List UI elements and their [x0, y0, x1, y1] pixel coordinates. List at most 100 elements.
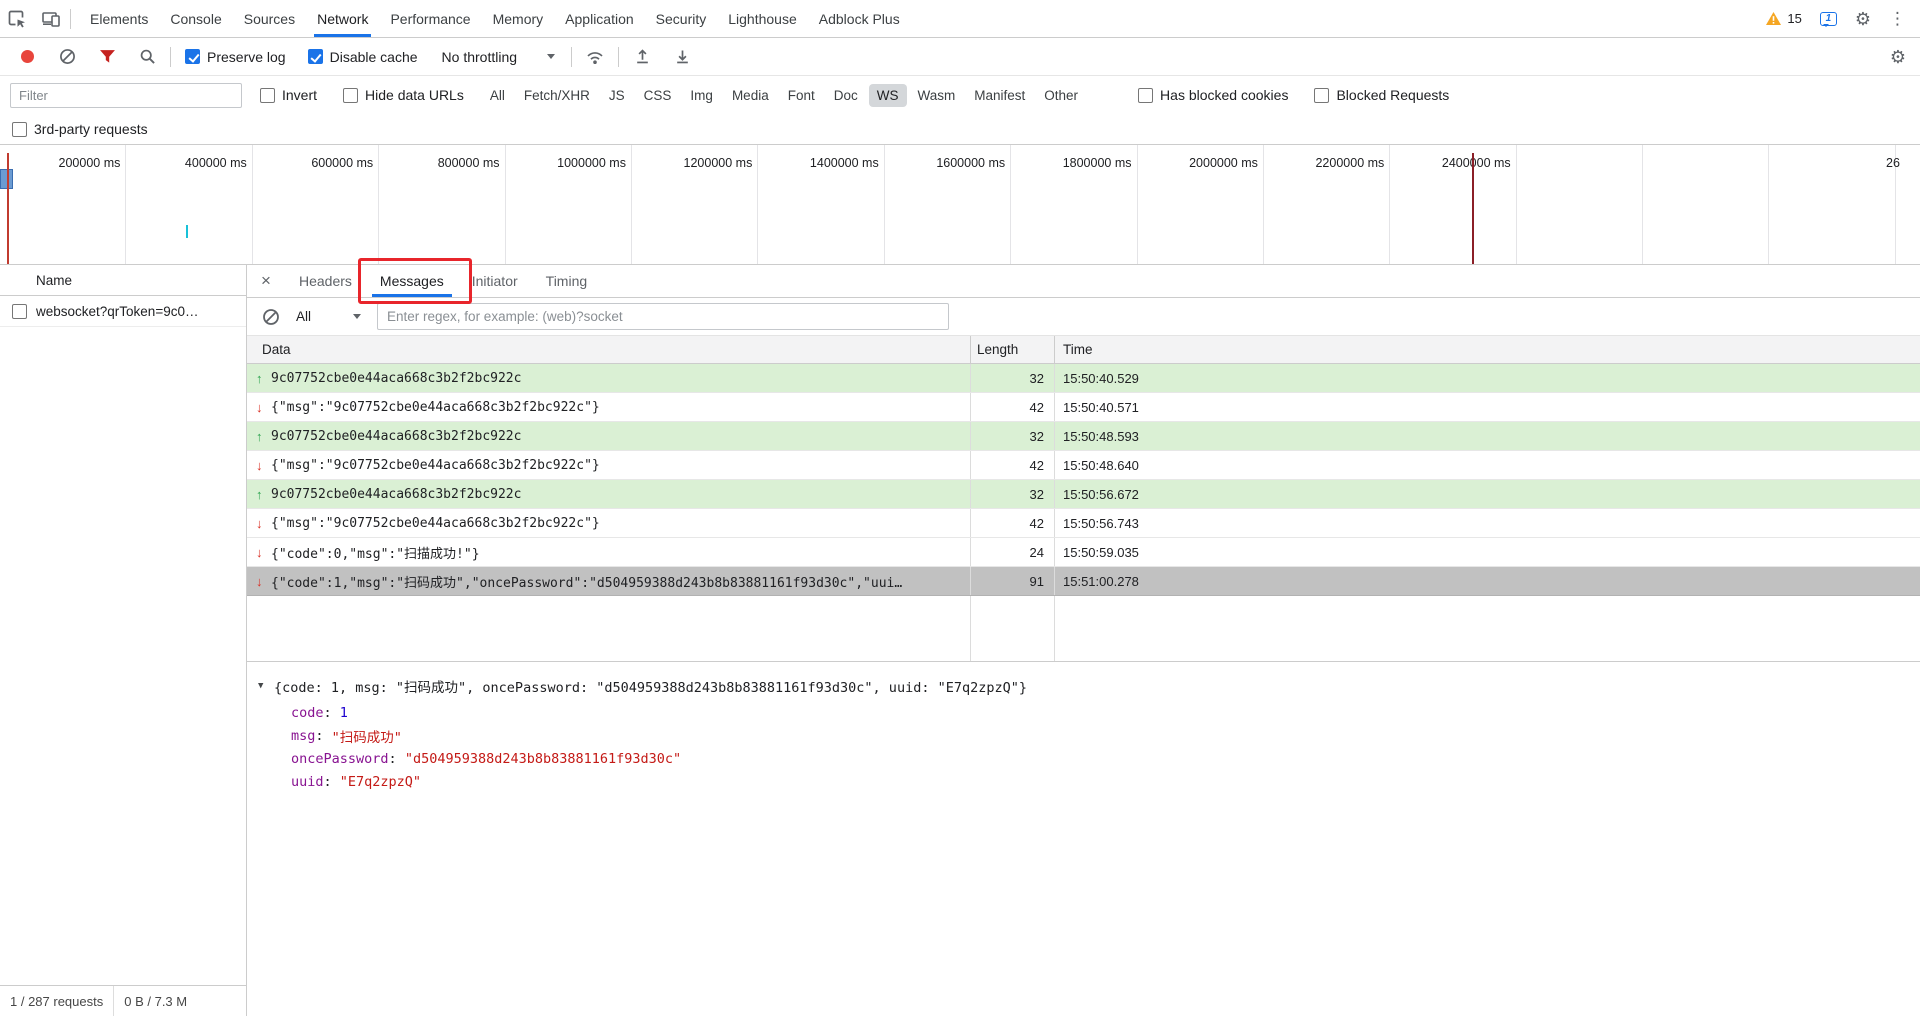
- hide-data-urls-checkbox[interactable]: [343, 87, 359, 103]
- main-tab-security[interactable]: Security: [645, 0, 718, 37]
- message-row[interactable]: ↑ 9c07752cbe0e44aca668c3b2f2bc922c 32 15:50…: [247, 422, 1920, 451]
- preserve-log-checkbox[interactable]: [185, 49, 200, 64]
- message-data-cell: ↓ {"code":0,"msg":"扫描成功!"}: [247, 538, 970, 566]
- filter-type-all[interactable]: All: [482, 84, 513, 107]
- message-row[interactable]: ↓ {"msg":"9c07752cbe0e44aca668c3b2f2bc922…: [247, 509, 1920, 538]
- tree-root-toggle[interactable]: ▼ {code: 1, msg: "扫码成功", oncePassword: "…: [258, 676, 1920, 696]
- message-row[interactable]: ↑ 9c07752cbe0e44aca668c3b2f2bc922c 32 15:50…: [247, 364, 1920, 393]
- tree-entry-msg[interactable]: msg: "扫码成功": [291, 724, 1920, 747]
- requests-count: 1 / 287 requests: [10, 993, 104, 1009]
- request-list: websocket?qrToken=9c0…: [0, 296, 246, 327]
- filter-type-media[interactable]: Media: [724, 84, 777, 107]
- main-tab-lighthouse[interactable]: Lighthouse: [717, 0, 808, 37]
- throttling-select[interactable]: No throttling: [442, 49, 556, 65]
- filter-type-manifest[interactable]: Manifest: [966, 84, 1033, 107]
- record-icon: [20, 50, 34, 63]
- filter-toggle-button[interactable]: [90, 49, 124, 64]
- issues-badge[interactable]: 1: [1819, 11, 1837, 27]
- filter-input[interactable]: [10, 82, 242, 108]
- blocked-requests-toggle[interactable]: Blocked Requests: [1314, 87, 1449, 103]
- main-tab-adblock-plus[interactable]: Adblock Plus: [808, 0, 911, 37]
- message-row[interactable]: ↑ 9c07752cbe0e44aca668c3b2f2bc922c 32 15:50…: [247, 480, 1920, 509]
- tree-entry-uuid[interactable]: uuid: "E7q2zpzQ": [291, 770, 1920, 793]
- has-blocked-cookies-toggle[interactable]: Has blocked cookies: [1138, 87, 1288, 103]
- main-tab-elements[interactable]: Elements: [79, 0, 159, 37]
- tree-entry-code[interactable]: code: 1: [291, 701, 1920, 724]
- third-party-toggle[interactable]: 3rd-party requests: [12, 121, 148, 137]
- funnel-icon: [99, 50, 115, 63]
- request-row[interactable]: websocket?qrToken=9c0…: [0, 296, 246, 327]
- column-header-length[interactable]: Length: [970, 336, 1054, 363]
- record-network-log-button[interactable]: [10, 50, 44, 63]
- has-blocked-cookies-checkbox[interactable]: [1138, 87, 1154, 103]
- close-icon: ×: [261, 271, 271, 290]
- toggle-device-toolbar-button[interactable]: [34, 0, 68, 37]
- main-tab-network[interactable]: Network: [306, 0, 379, 37]
- warning-count: 15: [1787, 11, 1802, 26]
- third-party-checkbox[interactable]: [12, 121, 27, 137]
- tree-root-preview: {code: 1, msg: "扫码成功", oncePassword: "d5…: [274, 680, 1027, 696]
- detail-tab-initiator[interactable]: Initiator: [458, 265, 532, 297]
- main-tab-console[interactable]: Console: [159, 0, 232, 37]
- inspect-element-button[interactable]: [0, 0, 34, 37]
- disable-cache-toggle[interactable]: Disable cache: [307, 49, 418, 65]
- export-har-button[interactable]: [665, 48, 699, 65]
- message-type-select[interactable]: All: [296, 309, 362, 324]
- more-options-icon[interactable]: ⋮: [1889, 10, 1906, 27]
- disable-cache-checkbox[interactable]: [307, 49, 323, 64]
- message-time: 15:50:48.640: [1054, 451, 1920, 479]
- message-regex-input[interactable]: [377, 303, 950, 330]
- invert-toggle[interactable]: Invert: [260, 87, 317, 103]
- request-checkbox[interactable]: [12, 303, 27, 319]
- main-tab-performance[interactable]: Performance: [379, 0, 481, 37]
- download-icon: [676, 50, 688, 64]
- timeline-column: 1600000 ms: [885, 145, 1012, 264]
- upload-icon: [636, 49, 648, 64]
- top-bar-right-cluster: 15 1 ⚙ ⋮: [1765, 0, 1920, 37]
- hide-data-urls-toggle[interactable]: Hide data URLs: [343, 87, 464, 103]
- filter-type-other[interactable]: Other: [1036, 84, 1086, 107]
- message-data-cell: ↓ {"msg":"9c07752cbe0e44aca668c3b2f2bc922…: [247, 509, 970, 537]
- filter-type-wasm[interactable]: Wasm: [910, 84, 964, 107]
- timeline-column: 200000 ms: [0, 145, 127, 264]
- filter-type-fetch-xhr[interactable]: Fetch/XHR: [516, 84, 598, 107]
- filter-type-font[interactable]: Font: [780, 84, 823, 107]
- arrow-down-received-icon: ↓: [256, 457, 263, 473]
- message-row[interactable]: ↓ {"msg":"9c07752cbe0e44aca668c3b2f2bc922…: [247, 393, 1920, 422]
- settings-gear-icon[interactable]: ⚙: [1855, 10, 1871, 28]
- preserve-log-toggle[interactable]: Preserve log: [185, 49, 286, 65]
- network-settings-gear-icon[interactable]: ⚙: [1890, 48, 1906, 66]
- search-button[interactable]: [130, 48, 164, 65]
- close-detail-button[interactable]: ×: [247, 265, 285, 297]
- message-row[interactable]: ↓ {"msg":"9c07752cbe0e44aca668c3b2f2bc922…: [247, 451, 1920, 480]
- filter-type-ws[interactable]: WS: [868, 83, 907, 107]
- timeline-column: 1000000 ms: [506, 145, 632, 264]
- main-tab-sources[interactable]: Sources: [233, 0, 306, 37]
- message-data-text: 9c07752cbe0e44aca668c3b2f2bc922c: [271, 486, 522, 502]
- tree-entry-oncepassword[interactable]: oncePassword: "d504959388d243b8b83881161…: [291, 747, 1920, 770]
- column-header-time[interactable]: Time: [1054, 336, 1920, 363]
- message-row[interactable]: ↓ {"code":1,"msg":"扫码成功","oncePassword":"…: [247, 567, 1920, 596]
- invert-checkbox[interactable]: [260, 87, 275, 103]
- detail-tab-messages[interactable]: Messages: [366, 265, 458, 297]
- filter-type-css[interactable]: CSS: [636, 84, 680, 107]
- block-filter-icon[interactable]: [262, 308, 280, 326]
- import-har-button[interactable]: [625, 48, 659, 65]
- blocked-requests-checkbox[interactable]: [1314, 87, 1330, 103]
- timeline-column: 800000 ms: [379, 145, 506, 264]
- detail-tab-timing[interactable]: Timing: [532, 265, 602, 297]
- main-tab-application[interactable]: Application: [554, 0, 645, 37]
- main-tab-memory[interactable]: Memory: [482, 0, 555, 37]
- detail-tab-headers[interactable]: Headers: [285, 265, 366, 297]
- network-overview-timeline[interactable]: 200000 ms 400000 ms 600000 ms 800000 ms 1000…: [0, 145, 1920, 265]
- filter-type-img[interactable]: Img: [682, 84, 721, 107]
- warnings-badge[interactable]: 15: [1765, 11, 1802, 26]
- filter-type-js[interactable]: JS: [601, 84, 633, 107]
- clear-network-log-button[interactable]: [50, 48, 84, 65]
- filter-type-doc[interactable]: Doc: [826, 84, 866, 107]
- column-header-data[interactable]: Data: [247, 336, 970, 363]
- request-detail-panel: × HeadersMessagesInitiatorTiming All Dat…: [247, 258, 1920, 1016]
- name-column-header[interactable]: Name: [0, 265, 246, 296]
- network-conditions-button[interactable]: [578, 48, 612, 66]
- message-row[interactable]: ↓ {"code":0,"msg":"扫描成功!"} 24 15:50:59.035: [247, 538, 1920, 567]
